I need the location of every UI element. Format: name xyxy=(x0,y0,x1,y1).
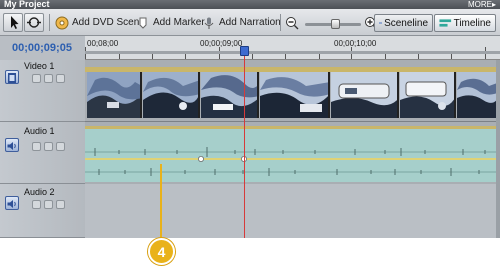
add-marker-button[interactable]: Add Marker xyxy=(136,13,205,32)
add-narration-button[interactable]: Add Narration xyxy=(202,13,281,32)
audio2-track-name: Audio 2 xyxy=(24,187,55,197)
track-add-keyframe-button[interactable] xyxy=(44,200,53,209)
volume-keyframe xyxy=(198,156,205,163)
zoom-slider[interactable] xyxy=(305,19,361,29)
current-time-indicator-line[interactable] xyxy=(244,48,245,238)
timeline-panel: My Project MORE▸ Add DVD Scene Add Marke… xyxy=(0,0,500,238)
track-add-keyframe-button[interactable] xyxy=(44,142,53,151)
add-dvd-scene-label: Add DVD Scene xyxy=(72,17,145,28)
toolbar-divider xyxy=(280,14,281,31)
add-dvd-scene-button[interactable]: Add DVD Scene xyxy=(55,13,145,32)
sceneline-label: Sceneline xyxy=(384,17,428,29)
time-ruler[interactable]: 00;08;00 00;00;09;00 00;00;10;00 xyxy=(85,36,500,60)
dvd-scene-icon xyxy=(55,16,69,29)
ruler-tick xyxy=(185,54,186,59)
timeline-icon xyxy=(439,19,452,27)
audio2-track-header: Audio 2 xyxy=(0,184,85,238)
video-track-icon xyxy=(5,70,19,84)
sceneline-view-button[interactable]: Sceneline xyxy=(374,14,433,32)
timeline-toolbar: Add DVD Scene Add Marker Add Narration S… xyxy=(0,9,500,36)
video-thumbnail[interactable] xyxy=(331,72,399,118)
timeline-view-button[interactable]: Timeline xyxy=(434,14,496,32)
callout-number-badge: 4 xyxy=(148,238,175,265)
add-narration-label: Add Narration xyxy=(219,17,281,28)
ruler-label: 00;00;09;00 xyxy=(200,39,243,48)
audio1-track-icon xyxy=(5,138,19,152)
stretch-tool-icon xyxy=(27,17,41,28)
ruler-tick xyxy=(451,54,452,59)
microphone-icon xyxy=(204,17,214,29)
track-previous-keyframe-button[interactable] xyxy=(32,142,41,151)
ruler-tick xyxy=(152,54,153,59)
time-stretch-tool-button[interactable] xyxy=(24,13,44,32)
audio1-waveform[interactable] xyxy=(85,122,500,184)
toolbar-divider xyxy=(49,14,50,31)
audio2-track[interactable] xyxy=(85,184,500,238)
ruler-tick xyxy=(252,54,253,59)
audio1-track-header: Audio 1 xyxy=(0,122,85,184)
zoom-slider-handle[interactable] xyxy=(331,19,340,29)
ruler-tick xyxy=(385,54,386,59)
audio1-track[interactable] xyxy=(85,122,500,184)
selection-tool-button[interactable] xyxy=(3,13,23,32)
ruler-tick xyxy=(319,54,320,59)
audio1-track-name: Audio 1 xyxy=(24,126,55,136)
zoom-out-icon xyxy=(286,16,299,29)
speaker-icon xyxy=(7,200,16,208)
ruler-label: 00;08;00 xyxy=(87,39,119,48)
video-thumbnail[interactable] xyxy=(87,72,142,118)
track-next-keyframe-button[interactable] xyxy=(56,74,65,83)
ruler-label: 00;00;10;00 xyxy=(334,39,377,48)
zoom-out-button[interactable] xyxy=(285,13,302,32)
track-previous-keyframe-button[interactable] xyxy=(32,74,41,83)
ruler-tick xyxy=(119,54,120,59)
ruler-tick xyxy=(285,54,286,59)
video-thumbnail[interactable] xyxy=(457,72,500,118)
ruler-tick xyxy=(418,54,419,59)
audio2-track-icon xyxy=(5,196,19,210)
video-thumbnail[interactable] xyxy=(201,72,259,118)
add-marker-label: Add Marker xyxy=(153,17,205,28)
vertical-scrollbar[interactable] xyxy=(496,60,500,238)
speaker-icon xyxy=(7,142,16,150)
film-icon xyxy=(8,73,16,83)
track-previous-keyframe-button[interactable] xyxy=(32,200,41,209)
panel-title-bar: My Project MORE▸ xyxy=(0,0,500,9)
video-track-header: Video 1 xyxy=(0,60,85,122)
work-area-bar[interactable] xyxy=(85,51,500,54)
marker-icon xyxy=(139,17,147,29)
video-thumbnail[interactable] xyxy=(400,72,456,118)
arrow-pointer-icon xyxy=(11,16,19,29)
timeline-label: Timeline xyxy=(453,17,491,29)
callout-leader-line xyxy=(160,164,162,244)
track-next-keyframe-button[interactable] xyxy=(56,142,65,151)
video-thumbnail[interactable] xyxy=(143,72,200,118)
current-time-indicator-handle[interactable] xyxy=(240,46,249,56)
track-add-keyframe-button[interactable] xyxy=(44,74,53,83)
video-track[interactable] xyxy=(85,60,500,122)
video-track-name: Video 1 xyxy=(24,61,55,71)
video-thumbnail[interactable] xyxy=(260,72,330,118)
track-next-keyframe-button[interactable] xyxy=(56,200,65,209)
sceneline-icon xyxy=(379,22,382,24)
current-time-display[interactable]: 00;00;09;05 xyxy=(12,42,72,54)
